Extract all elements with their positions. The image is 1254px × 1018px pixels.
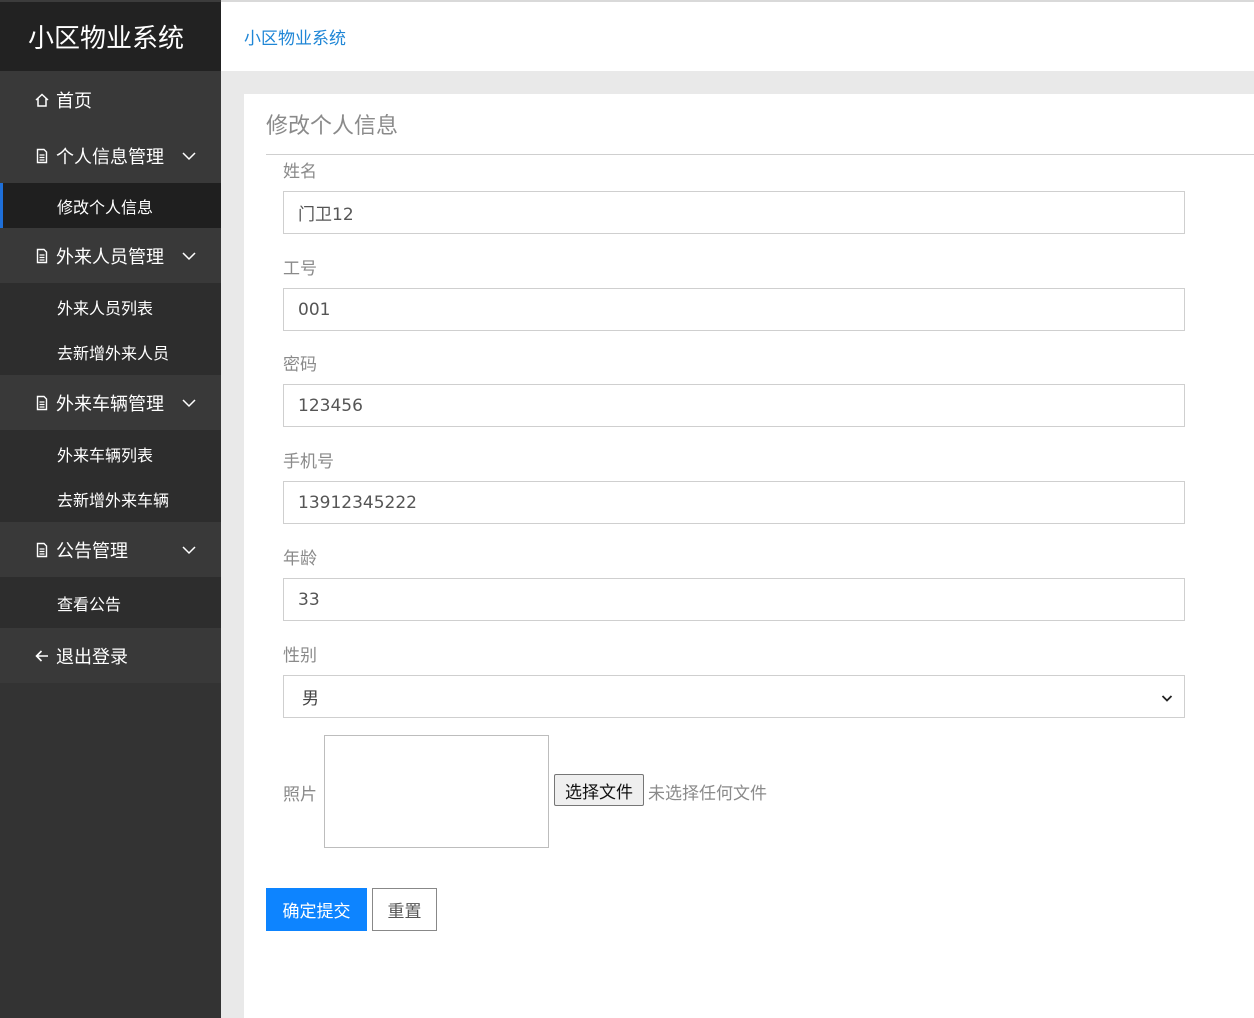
nav-logout[interactable]: 退出登录 — [0, 628, 221, 683]
sub-item-add-vehicle[interactable]: 去新增外来车辆 — [0, 476, 221, 521]
document-icon — [34, 542, 50, 558]
job-no-label: 工号 — [283, 259, 317, 279]
sub-item-add-visitor[interactable]: 去新增外来人员 — [0, 329, 221, 374]
chevron-down-icon — [181, 248, 197, 264]
sub-item-view-notices[interactable]: 查看公告 — [0, 580, 221, 625]
age-field[interactable] — [283, 578, 1185, 621]
nav-home[interactable]: 首页 — [0, 71, 221, 128]
nav-home-label: 首页 — [56, 90, 92, 112]
photo-preview — [324, 735, 549, 848]
nav-group-label: 公告管理 — [56, 540, 128, 562]
chevron-down-icon — [181, 395, 197, 411]
gender-label: 性别 — [283, 646, 317, 666]
nav-group-label: 外来人员管理 — [56, 246, 164, 268]
document-icon — [34, 395, 50, 411]
phone-field[interactable] — [283, 481, 1185, 524]
nav-logout-label: 退出登录 — [56, 646, 128, 668]
sub-list-visitors: 外来人员列表 去新增外来人员 — [0, 283, 221, 375]
top-bar: 小区物业系统 — [221, 0, 1254, 71]
nav-group-label: 外来车辆管理 — [56, 393, 164, 415]
choose-file-button[interactable]: 选择文件 — [554, 774, 644, 806]
nav-group-vehicles[interactable]: 外来车辆管理 — [0, 375, 221, 430]
age-label: 年龄 — [283, 549, 317, 569]
password-label: 密码 — [283, 355, 317, 375]
job-no-field[interactable] — [283, 288, 1185, 331]
sub-list-personal-info: 修改个人信息 — [0, 183, 221, 228]
photo-label: 照片 — [283, 785, 317, 805]
nav-group-visitors[interactable]: 外来人员管理 — [0, 228, 221, 283]
app-title: 小区物业系统 — [0, 0, 221, 71]
sub-item-vehicle-list[interactable]: 外来车辆列表 — [0, 431, 221, 476]
chevron-down-icon — [1160, 690, 1174, 704]
reset-button[interactable]: 重置 — [372, 888, 437, 931]
sidebar: 小区物业系统 首页 个人信息管理 修改个人信息 外来人员管理 外来人员列表 去新… — [0, 0, 221, 1018]
name-field[interactable] — [283, 191, 1185, 234]
nav-group-personal-info[interactable]: 个人信息管理 — [0, 128, 221, 183]
password-field[interactable] — [283, 384, 1185, 427]
chevron-down-icon — [181, 542, 197, 558]
sub-item-edit-profile[interactable]: 修改个人信息 — [0, 183, 221, 228]
sub-item-visitor-list[interactable]: 外来人员列表 — [0, 284, 221, 329]
nav-group-label: 个人信息管理 — [56, 146, 164, 168]
arrow-left-icon — [34, 648, 50, 664]
breadcrumb[interactable]: 小区物业系统 — [244, 24, 346, 49]
form-panel: 修改个人信息 姓名 工号 密码 手机号 年龄 性别 男 照片 选择文件 未选择任… — [244, 94, 1254, 1018]
sub-list-vehicles: 外来车辆列表 去新增外来车辆 — [0, 430, 221, 522]
document-icon — [34, 248, 50, 264]
gender-select[interactable]: 男 — [283, 675, 1185, 718]
title-divider — [266, 154, 1254, 155]
document-icon — [34, 148, 50, 164]
file-status-text: 未选择任何文件 — [648, 784, 767, 804]
sub-list-notices: 查看公告 — [0, 577, 221, 628]
page-title: 修改个人信息 — [266, 114, 399, 139]
gender-select-value: 男 — [302, 689, 319, 709]
home-icon — [34, 92, 50, 108]
chevron-down-icon — [181, 148, 197, 164]
name-label: 姓名 — [283, 162, 317, 182]
nav-group-notices[interactable]: 公告管理 — [0, 522, 221, 577]
phone-label: 手机号 — [283, 452, 334, 472]
submit-button[interactable]: 确定提交 — [266, 888, 367, 931]
